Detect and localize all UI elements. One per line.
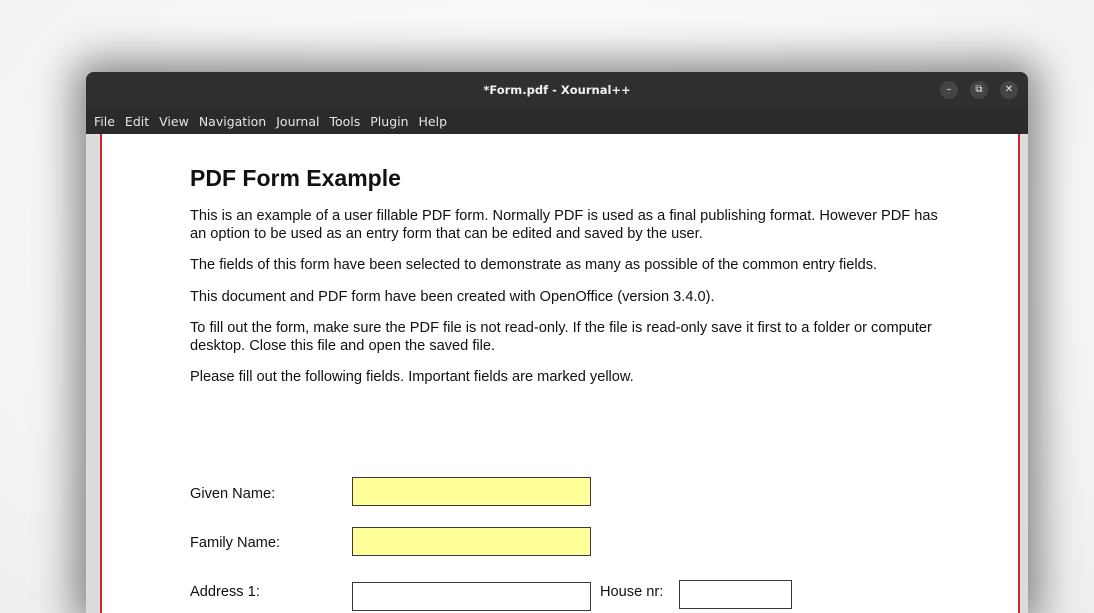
given-name-input[interactable]: [352, 477, 591, 506]
house-nr-input[interactable]: [679, 580, 792, 609]
fill-out-paragraph: Please fill out the following fields. Im…: [190, 369, 634, 385]
menu-plugin[interactable]: Plugin: [366, 114, 412, 129]
window-controls: – ⧉ ✕: [940, 81, 1018, 99]
created-with-paragraph: This document and PDF form have been cre…: [190, 288, 715, 305]
given-name-label: Given Name:: [190, 486, 276, 502]
house-nr-label: House nr:: [600, 584, 664, 600]
menu-tools[interactable]: Tools: [325, 114, 364, 129]
minimize-icon[interactable]: –: [940, 81, 958, 99]
family-name-label: Family Name:: [190, 535, 281, 551]
address-1-input[interactable]: [352, 582, 591, 611]
family-name-input[interactable]: [352, 527, 591, 556]
page-content: PDF Form Example This is an example of a…: [190, 164, 950, 401]
document-canvas[interactable]: PDF Form Example This is an example of a…: [86, 134, 1028, 613]
close-icon[interactable]: ✕: [1000, 81, 1018, 99]
instructions-paragraph: To fill out the form, make sure the PDF …: [190, 320, 932, 354]
menu-navigation[interactable]: Navigation: [195, 114, 270, 129]
app-window: *Form.pdf - Xournal++ – ⧉ ✕ File Edit Vi…: [86, 72, 1028, 613]
menu-file[interactable]: File: [90, 114, 119, 129]
menu-edit[interactable]: Edit: [121, 114, 153, 129]
menu-help[interactable]: Help: [415, 114, 452, 129]
menu-journal[interactable]: Journal: [272, 114, 323, 129]
title-bar[interactable]: *Form.pdf - Xournal++ – ⧉ ✕: [86, 72, 1028, 108]
menu-view[interactable]: View: [155, 114, 193, 129]
fields-paragraph: The fields of this form have been select…: [190, 257, 878, 273]
desktop-background: *Form.pdf - Xournal++ – ⧉ ✕ File Edit Vi…: [0, 0, 1094, 613]
maximize-icon[interactable]: ⧉: [970, 81, 988, 99]
menu-bar: File Edit View Navigation Journal Tools …: [86, 108, 1028, 134]
address-1-label: Address 1:: [190, 584, 260, 600]
window-title: *Form.pdf - Xournal++: [483, 83, 631, 97]
pdf-page[interactable]: PDF Form Example This is an example of a…: [100, 134, 1020, 613]
document-title: PDF Form Example: [190, 165, 401, 191]
intro-paragraph: This is an example of a user fillable PD…: [190, 208, 938, 242]
